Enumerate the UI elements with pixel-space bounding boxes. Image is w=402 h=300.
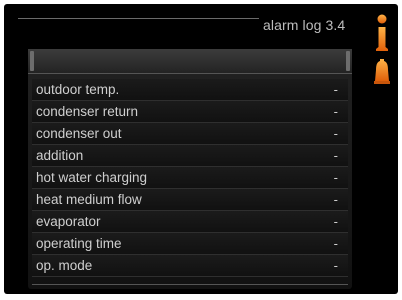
- list-item[interactable]: op. mode -: [32, 255, 348, 277]
- page-title: alarm log 3.4: [263, 17, 346, 33]
- info-exclamation-icon: [374, 14, 390, 84]
- list-item[interactable]: hot water charging -: [32, 167, 348, 189]
- row-value: -: [333, 148, 338, 163]
- row-label: condenser return: [36, 104, 139, 119]
- row-value: -: [333, 170, 338, 185]
- list-item[interactable]: condenser out -: [32, 123, 348, 145]
- row-label: operating time: [36, 236, 122, 251]
- row-label: condenser out: [36, 126, 122, 141]
- row-value: -: [333, 104, 338, 119]
- alarm-log-list: outdoor temp. - condenser return - conde…: [32, 79, 348, 277]
- panel-header: [28, 49, 352, 74]
- display-screen: alarm log 3.4 outdoor temp. - condenser …: [4, 4, 398, 294]
- row-label: evaporator: [36, 214, 101, 229]
- list-item[interactable]: condenser return -: [32, 101, 348, 123]
- alarm-bell-icon: [374, 59, 390, 84]
- row-value: -: [333, 82, 338, 97]
- list-item[interactable]: operating time -: [32, 233, 348, 255]
- list-item[interactable]: addition -: [32, 145, 348, 167]
- row-label: hot water charging: [36, 170, 148, 185]
- row-value: -: [333, 192, 338, 207]
- row-label: addition: [36, 148, 84, 163]
- status-icons: [372, 14, 392, 99]
- list-item[interactable]: outdoor temp. -: [32, 79, 348, 101]
- row-value: -: [333, 258, 338, 273]
- header-divider: [18, 18, 259, 19]
- row-label: heat medium flow: [36, 192, 142, 207]
- panel-bottom-divider: [32, 284, 348, 285]
- row-label: outdoor temp.: [36, 82, 120, 97]
- row-value: -: [333, 236, 338, 251]
- list-item[interactable]: heat medium flow -: [32, 189, 348, 211]
- alarm-log-panel: outdoor temp. - condenser return - conde…: [28, 49, 352, 289]
- row-label: op. mode: [36, 258, 93, 273]
- row-value: -: [333, 126, 338, 141]
- row-value: -: [333, 214, 338, 229]
- list-item[interactable]: evaporator -: [32, 211, 348, 233]
